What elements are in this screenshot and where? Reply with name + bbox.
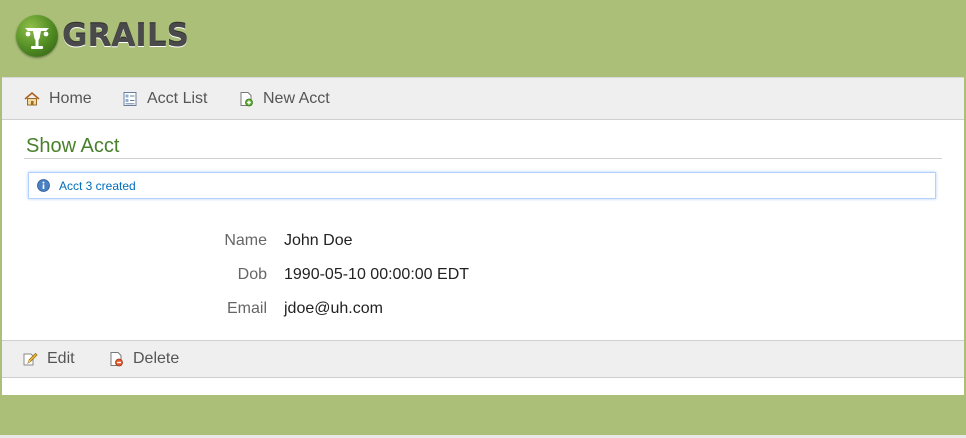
list-icon	[122, 91, 138, 107]
grails-logo[interactable]: GRAILS	[16, 14, 189, 58]
button-bar: Edit Delete	[2, 340, 964, 378]
nav-bar: Home Acct List New Acct	[2, 77, 964, 120]
edit-button-label: Edit	[47, 350, 75, 367]
page-title: Show Acct	[26, 135, 120, 157]
delete-document-icon	[108, 351, 124, 367]
grails-cup-icon	[16, 15, 58, 57]
nav-new-acct-label: New Acct	[263, 90, 330, 107]
nav-new-acct-link[interactable]: New Acct	[238, 78, 330, 120]
header-bar: GRAILS	[0, 0, 966, 77]
nav-acct-list-link[interactable]: Acct List	[122, 78, 207, 120]
property-row-email: Email jdoe@uh.com	[2, 297, 964, 321]
property-value-name: John Doe	[284, 232, 353, 249]
delete-button-label: Delete	[133, 350, 180, 367]
nav-home-label: Home	[49, 90, 92, 107]
status-message: Acct 3 created	[28, 172, 936, 199]
property-label-dob: Dob	[237, 266, 267, 283]
status-message-text: Acct 3 created	[59, 178, 136, 193]
nav-home-link[interactable]: Home	[24, 78, 92, 120]
pencil-icon	[22, 351, 38, 367]
app-frame: GRAILS Home Acct List New Acct Show Acct…	[0, 0, 966, 438]
footer-bar	[0, 395, 966, 438]
main-panel: Home Acct List New Acct Show Acct Acct 3…	[2, 77, 964, 395]
home-icon	[24, 91, 40, 107]
property-row-dob: Dob 1990-05-10 00:00:00 EDT	[2, 263, 964, 287]
delete-button[interactable]: Delete	[108, 341, 179, 377]
property-label-name: Name	[224, 232, 267, 249]
info-icon	[37, 179, 50, 192]
title-divider	[24, 158, 942, 159]
new-document-icon	[238, 91, 254, 107]
logo-text: GRAILS	[62, 18, 189, 54]
property-row-name: Name John Doe	[2, 229, 964, 253]
nav-acct-list-label: Acct List	[147, 90, 208, 107]
property-value-email: jdoe@uh.com	[284, 300, 383, 317]
property-label-email: Email	[226, 300, 267, 317]
property-value-dob: 1990-05-10 00:00:00 EDT	[284, 266, 470, 283]
edit-button[interactable]: Edit	[22, 341, 75, 377]
